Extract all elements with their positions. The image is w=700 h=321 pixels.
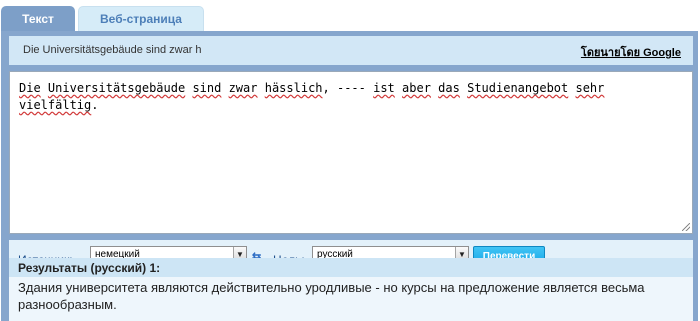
input-word: das [438, 81, 460, 95]
tab-text[interactable]: Текст [1, 6, 75, 33]
translator-panel: Die Universitätsgebäude sind zwar h โดยน… [1, 31, 698, 321]
input-word: hässlich [264, 81, 323, 95]
input-word: Die [19, 81, 41, 95]
input-word: vielfältig [19, 98, 92, 112]
input-word: ist [373, 81, 395, 95]
input-word: , [322, 81, 337, 95]
input-word: zwar [228, 81, 258, 95]
resize-grip-icon[interactable] [682, 223, 690, 231]
input-word [41, 81, 48, 95]
input-word [221, 81, 228, 95]
google-attribution-link[interactable]: โดยนายโดย Google [581, 43, 681, 61]
translation-result-text: Здания университета являются действитель… [18, 280, 645, 312]
results-title: Результаты (русский) 1: [18, 261, 161, 275]
results-header: Результаты (русский) 1: [9, 258, 693, 277]
input-word [395, 81, 402, 95]
source-text-input[interactable]: Die Universitätsgebäude sind zwar hässli… [9, 71, 693, 234]
input-word [257, 81, 264, 95]
results-body: Здания университета являются действитель… [9, 277, 693, 321]
source-preview-bar: Die Universitätsgebäude sind zwar h โดยน… [9, 36, 693, 65]
input-word: sind [192, 81, 222, 95]
input-word: Universitätsgebäude [47, 81, 186, 95]
tab-web-page[interactable]: Веб-страница [78, 6, 204, 32]
input-word: Studienangebot [467, 81, 569, 95]
input-word: . [91, 98, 99, 112]
input-word: ---- [336, 81, 366, 95]
input-word [460, 81, 467, 95]
input-word: sehr [575, 81, 605, 95]
input-word: aber [402, 81, 431, 95]
source-preview-text: Die Universitätsgebäude sind zwar h [23, 44, 202, 56]
